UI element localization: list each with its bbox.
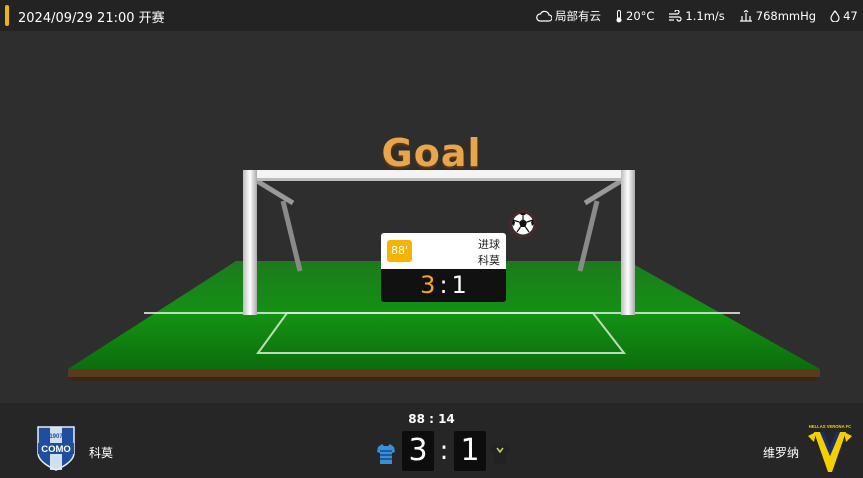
goal-event-card: 88' 进球 科莫 3:1 xyxy=(381,233,506,302)
wind-icon xyxy=(669,10,682,22)
match-animation-stage: Goal 88' 进球 科莫 3:1 xyxy=(0,31,863,403)
event-away-score: 1 xyxy=(451,271,467,299)
away-logo-text: HELLAS VERONA FC xyxy=(809,424,851,429)
scoreboard-bar: COMO 1907 科莫 88 : 14 3 : 1 维罗纳 HELLAS VE… xyxy=(0,403,863,478)
temperature-label: 20°C xyxy=(626,9,655,23)
event-card-header: 88' 进球 科莫 xyxy=(381,233,506,269)
home-score: 3 xyxy=(402,431,434,471)
weather-humidity: 47 xyxy=(830,9,858,23)
event-team-label: 科莫 xyxy=(478,254,500,267)
kickoff-time: 2024/09/29 21:00 开赛 xyxy=(18,11,165,26)
goal-post-left xyxy=(243,170,257,315)
humidity-label: 47 xyxy=(843,9,858,23)
event-score-separator: : xyxy=(439,271,448,299)
football-icon xyxy=(509,210,537,238)
cloud-icon xyxy=(536,10,552,22)
away-score: 1 xyxy=(454,431,486,471)
away-team-name: 维罗纳 xyxy=(763,446,800,460)
home-logo-text: COMO xyxy=(41,444,71,455)
away-kit-icon xyxy=(491,444,509,464)
goal-post-right xyxy=(621,170,635,315)
goal-title: Goal xyxy=(381,131,482,175)
event-home-score: 3 xyxy=(420,271,436,299)
pitch-graphic xyxy=(68,170,820,381)
weather-temperature: 20°C xyxy=(615,9,654,23)
pressure-icon xyxy=(739,10,752,22)
home-logo-year: 1907 xyxy=(49,434,63,440)
home-team-name: 科莫 xyxy=(89,446,114,460)
main-score: 3 : 1 xyxy=(402,431,486,471)
weather-info: 局部有云 20°C 1.1m/s 768mmHg 47 xyxy=(536,8,863,24)
weather-condition-label: 局部有云 xyxy=(555,9,601,23)
event-minute-badge: 88' xyxy=(387,240,412,262)
home-kit-icon xyxy=(377,444,395,464)
droplet-icon xyxy=(830,10,840,22)
wind-label: 1.1m/s xyxy=(685,9,725,23)
pressure-label: 768mmHg xyxy=(755,9,817,23)
home-team-logo: COMO 1907 xyxy=(37,426,75,471)
weather-wind: 1.1m/s xyxy=(668,9,725,23)
match-info-bar: 2024/09/29 21:00 开赛 局部有云 20°C 1.1m/s 768… xyxy=(0,0,863,31)
soil-edge xyxy=(68,369,820,377)
event-score: 3:1 xyxy=(381,269,506,302)
score-separator: : xyxy=(439,436,449,466)
event-type-label: 进球 xyxy=(478,238,500,251)
weather-pressure: 768mmHg xyxy=(739,9,816,23)
accent-marker xyxy=(5,5,9,26)
match-clock: 88 : 14 xyxy=(408,412,455,426)
weather-condition: 局部有云 xyxy=(536,8,601,24)
thermometer-icon xyxy=(616,9,622,22)
away-team-logo: HELLAS VERONA FC xyxy=(808,424,852,472)
